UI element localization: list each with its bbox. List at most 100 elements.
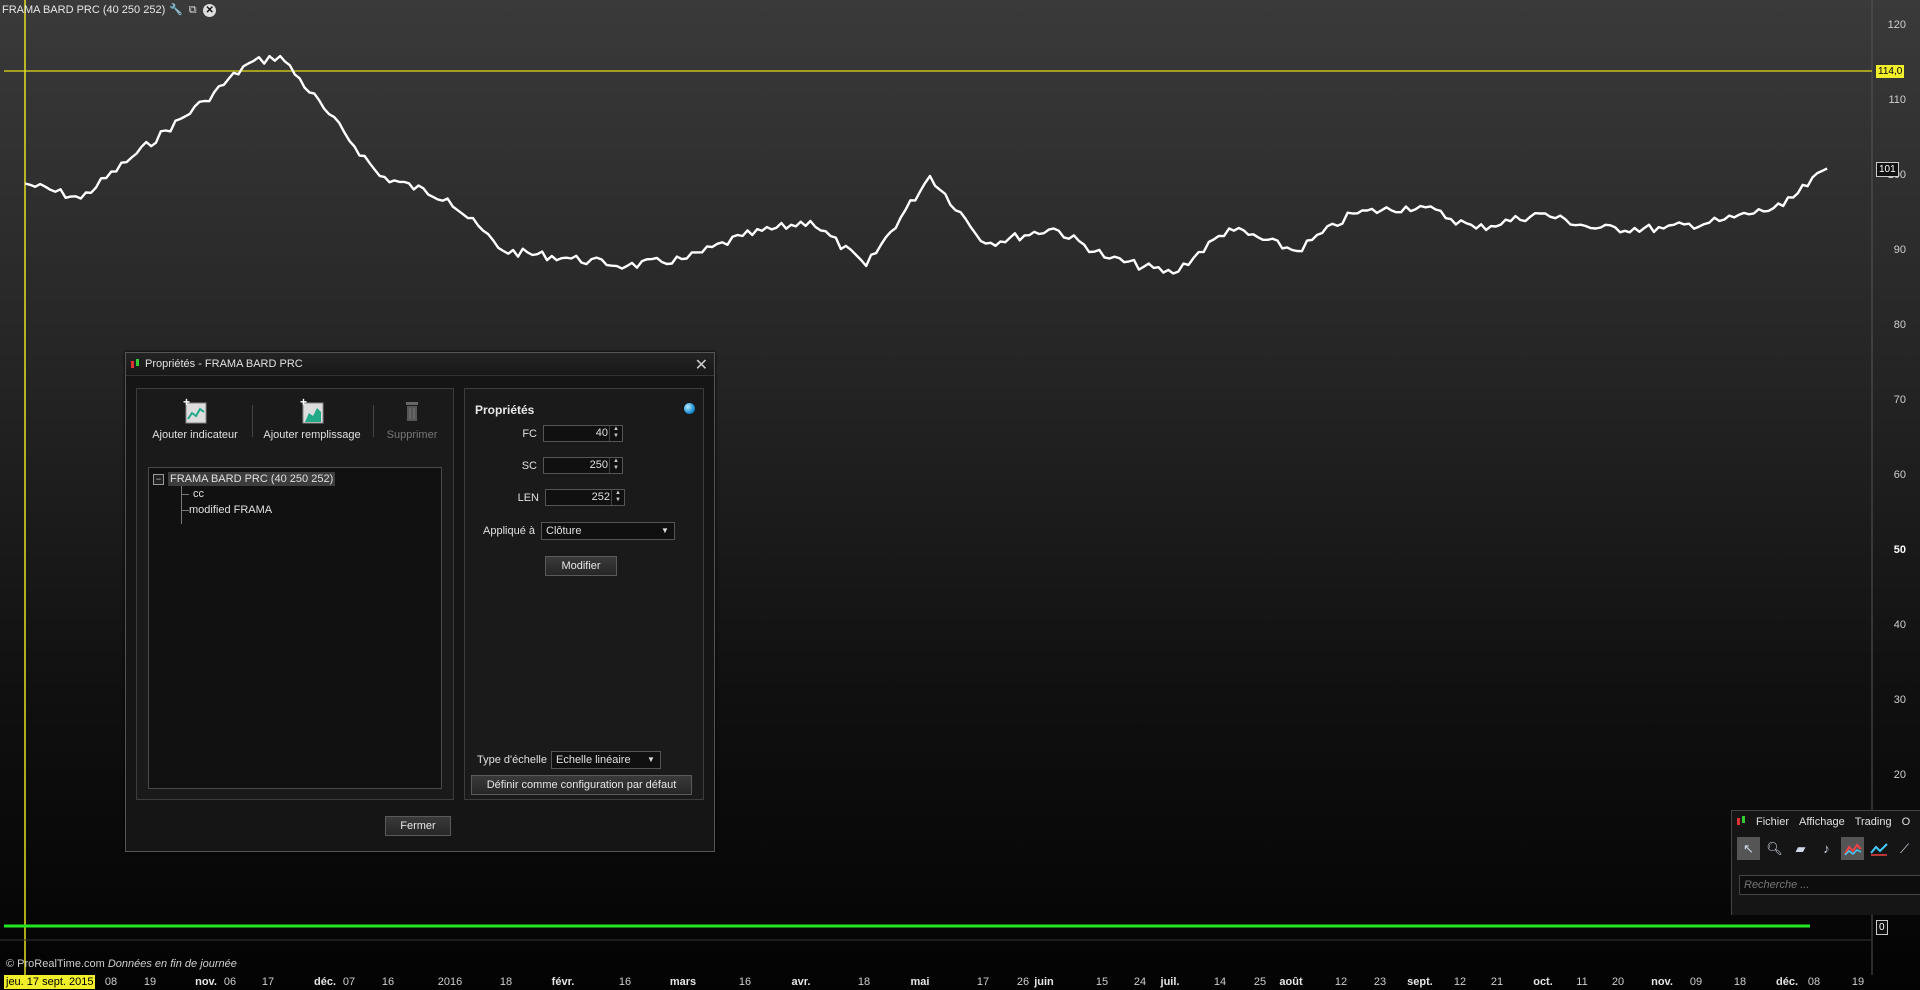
tree-item-modified-frama[interactable]: modified FRAMA <box>189 504 272 516</box>
len-stepper[interactable]: 252 ▲ ▼ <box>545 489 625 506</box>
chart-icon[interactable] <box>1841 837 1864 860</box>
search-input[interactable]: Recherche ... <box>1739 875 1920 895</box>
date-tick-label: juil. <box>1160 976 1180 988</box>
len-row: LEN 252 ▲ ▼ <box>475 489 625 506</box>
menu-trading[interactable]: Trading <box>1855 816 1892 828</box>
dialog-close-icon[interactable]: ✕ <box>695 355 708 375</box>
price-tick-label: 120 <box>1887 19 1906 31</box>
properties-panel: Propriétés FC 40 ▲ ▼ SC 250 ▲ ▼ LEN 252 ▲ ▼… <box>464 388 704 800</box>
date-tick-label: avr. <box>791 976 811 988</box>
candlestick-icon <box>130 358 141 370</box>
price-tick-label: 60 <box>1893 469 1906 481</box>
fc-stepper[interactable]: 40 ▲ ▼ <box>543 425 623 442</box>
mini-toolbar: ↖ 🔍︎ ▰ ♪ ⟋ <box>1737 837 1916 860</box>
scale-value: Echelle linéaire <box>555 754 631 766</box>
hline-price-tag: 114,0 <box>1876 65 1905 78</box>
add-indicator-button[interactable]: + Ajouter indicateur <box>145 395 245 441</box>
date-tick-label: 24 <box>1133 976 1147 988</box>
drawing-line-icon[interactable]: ⟋ <box>1893 837 1916 860</box>
date-tick-label: 23 <box>1373 976 1387 988</box>
menu-o[interactable]: O <box>1902 816 1911 828</box>
date-tick-label: nov. <box>1651 976 1673 988</box>
date-tick-label: 18 <box>857 976 871 988</box>
set-default-button[interactable]: Définir comme configuration par défaut <box>471 775 692 795</box>
date-tick-label: 20 <box>1611 976 1625 988</box>
ruler-icon[interactable]: ▰ <box>1789 837 1812 860</box>
dialog-title-bar[interactable]: Propriétés - FRAMA BARD PRC ✕ <box>126 353 714 376</box>
alert-bell-icon[interactable]: ♪ <box>1815 837 1838 860</box>
stepper-arrows-icon[interactable]: ▲ ▼ <box>609 426 622 441</box>
date-tick-label: août <box>1279 976 1303 988</box>
date-tick-label: févr. <box>551 976 575 988</box>
properties-dialog: Propriétés - FRAMA BARD PRC ✕ + Ajouter … <box>125 352 715 852</box>
stepper-arrows-icon[interactable]: ▲ ▼ <box>611 490 624 505</box>
svg-text:+: + <box>183 397 190 409</box>
date-axis: 08 19 nov. 06 17 déc. 07 16 2016 18 févr. 16 mars 16 a… <box>0 975 1880 990</box>
delete-button[interactable]: Supprimer <box>377 397 447 441</box>
close-indicator-icon[interactable]: ✕ <box>203 3 217 17</box>
applied-select[interactable]: Clôture ▼ <box>541 522 675 540</box>
fc-label: FC <box>522 427 537 440</box>
tree-root-label: FRAMA BARD PRC (40 250 252) <box>168 472 336 486</box>
date-tick-label: 12 <box>1453 976 1467 988</box>
price-tick-label: 80 <box>1893 319 1906 331</box>
indicator-icon[interactable] <box>1867 837 1890 860</box>
date-tick-label: déc. <box>1775 976 1799 988</box>
date-tick-label: 08 <box>1807 976 1821 988</box>
date-tick-label: mars <box>669 976 697 988</box>
date-tick-label: 16 <box>618 976 632 988</box>
date-tick-label: 19 <box>1851 976 1865 988</box>
zoom-icon[interactable]: 🔍︎ <box>1763 837 1786 860</box>
close-button[interactable]: Fermer <box>385 816 451 836</box>
scale-label: Type d'échelle <box>477 754 547 766</box>
add-indicator-label: Ajouter indicateur <box>152 429 238 441</box>
date-tick-label: 15 <box>1095 976 1109 988</box>
sc-label: SC <box>521 459 537 472</box>
scale-select[interactable]: Echelle linéaire ▼ <box>550 751 661 769</box>
date-tick-label: juin <box>1034 976 1054 988</box>
date-tick-label: 07 <box>342 976 356 988</box>
wrench-icon[interactable]: 🔧 <box>169 4 183 17</box>
len-label: LEN <box>517 491 539 504</box>
indicator-tree[interactable]: − FRAMA BARD PRC (40 250 252) cc modifie… <box>148 467 442 789</box>
modify-button[interactable]: Modifier <box>545 556 617 576</box>
date-tick-label: 16 <box>381 976 395 988</box>
brand-text: © ProRealTime.com <box>6 958 105 970</box>
svg-text:+: + <box>300 397 307 409</box>
toolbar-separator <box>373 405 374 437</box>
collapse-icon[interactable]: − <box>153 473 164 485</box>
help-dot-icon[interactable] <box>684 403 695 414</box>
chevron-down-icon[interactable]: ▼ <box>658 524 672 538</box>
date-tick-label: 26 <box>1016 976 1030 988</box>
price-tick-label: 50 <box>1893 544 1906 556</box>
chevron-down-icon[interactable]: ▼ <box>644 753 658 767</box>
chart-title-bar: FRAMA BARD PRC (40 250 252) 🔧 ⧉ ✕ <box>2 2 217 18</box>
date-tick-label: 18 <box>499 976 513 988</box>
sc-row: SC 250 ▲ ▼ <box>475 457 623 474</box>
stepper-arrows-icon[interactable]: ▲ ▼ <box>609 458 622 473</box>
tree-item-cc[interactable]: cc <box>193 488 204 500</box>
sc-value: 250 <box>589 459 608 471</box>
date-tick-label: déc. <box>313 976 337 988</box>
window-restore-icon[interactable]: ⧉ <box>186 4 199 17</box>
date-tick-label: 25 <box>1253 976 1267 988</box>
date-start-label: jeu. 17 sept. 2015 <box>4 975 96 989</box>
platform-mini-window: Fichier Affichage Trading O ↖ 🔍︎ ▰ ♪ ⟋ R… <box>1731 810 1920 915</box>
date-tick-label: 06 <box>223 976 237 988</box>
tree-connector <box>181 486 182 524</box>
sc-stepper[interactable]: 250 ▲ ▼ <box>543 457 623 474</box>
date-tick-label: 16 <box>738 976 752 988</box>
menu-affichage[interactable]: Affichage <box>1799 816 1845 828</box>
date-tick-label: 17 <box>976 976 990 988</box>
date-tick-label: nov. <box>195 976 217 988</box>
menu-fichier[interactable]: Fichier <box>1756 816 1789 828</box>
add-fill-icon: + <box>298 395 326 425</box>
price-series-line <box>24 54 1828 275</box>
tree-root-item[interactable]: − FRAMA BARD PRC (40 250 252) <box>153 472 336 486</box>
menu-bar: Fichier Affichage Trading O <box>1732 811 1920 833</box>
cursor-icon[interactable]: ↖ <box>1737 837 1760 860</box>
date-tick-label: oct. <box>1533 976 1553 988</box>
date-tick-label: 12 <box>1334 976 1348 988</box>
add-fill-button[interactable]: + Ajouter remplissage <box>257 395 367 441</box>
properties-heading: Propriétés <box>475 403 535 417</box>
